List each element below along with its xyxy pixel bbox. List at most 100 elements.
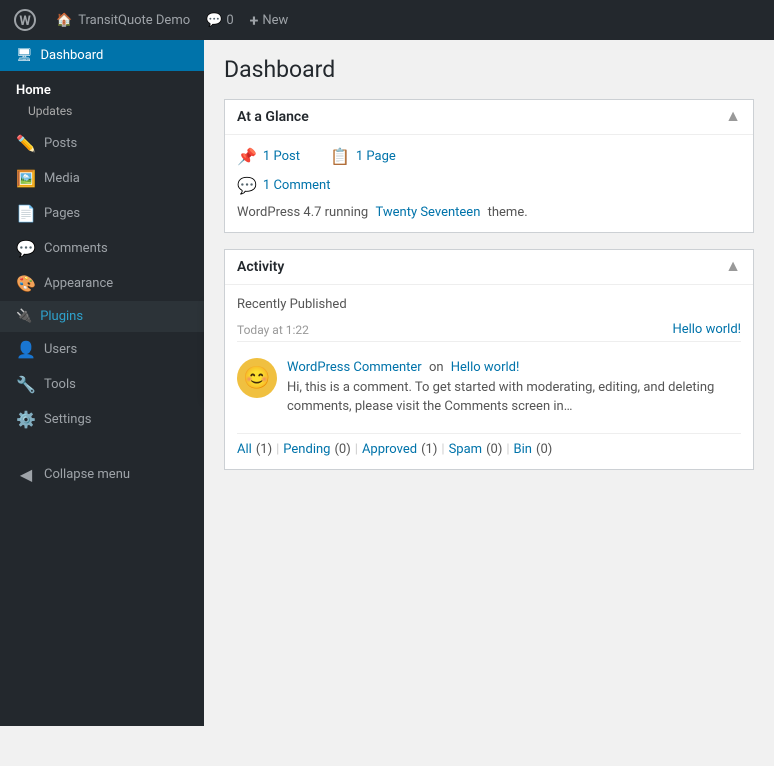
collapse-icon: ◀ — [16, 465, 36, 484]
commenter-line: WordPress Commenter on Hello world! — [287, 358, 741, 378]
sidebar-dashboard-label: Dashboard — [41, 48, 104, 63]
adminbar-new[interactable]: + New — [250, 11, 289, 30]
wp-logo[interactable]: W — [10, 5, 40, 35]
plugins-icon: 🔌 — [16, 309, 32, 324]
sidebar-item-plugins[interactable]: 🔌 Plugins — [0, 301, 204, 332]
sidebar-item-media[interactable]: 🖼️ Media — [0, 161, 204, 196]
activity-header: Activity ▲ — [225, 250, 753, 285]
sep3: | — [441, 442, 444, 457]
page-title: Dashboard — [224, 56, 754, 83]
dashboard-icon: 🖥 — [16, 48, 33, 63]
appearance-icon: 🎨 — [16, 274, 36, 293]
comment-body: Hi, this is a comment. To get started wi… — [287, 378, 741, 417]
comments-spam-link[interactable]: Spam — [449, 442, 483, 457]
approved-count: (1) — [421, 442, 437, 457]
sidebar-tools-label: Tools — [44, 377, 76, 392]
sidebar-comments-label: Comments — [44, 241, 108, 256]
sidebar-item-comments[interactable]: 💬 Comments — [0, 231, 204, 266]
sidebar-pages-label: Pages — [44, 206, 80, 221]
sidebar-item-dashboard[interactable]: 🖥 Dashboard — [0, 40, 204, 71]
wp-version-prefix: WordPress 4.7 running — [237, 205, 368, 220]
at-a-glance-toggle[interactable]: ▲ — [725, 108, 741, 126]
users-icon: 👤 — [16, 340, 36, 359]
glance-stats-row: 📌 1 Post 📋 1 Page — [237, 147, 741, 166]
sidebar-posts-label: Posts — [44, 136, 77, 151]
sidebar-item-tools[interactable]: 🔧 Tools — [0, 367, 204, 402]
at-a-glance-body: 📌 1 Post 📋 1 Page 💬 1 Comment WordPress … — [225, 135, 753, 232]
comments-all-link[interactable]: All — [237, 442, 252, 457]
wp-version-text: WordPress 4.7 running Twenty Seventeen t… — [237, 205, 741, 220]
sidebar-media-label: Media — [44, 171, 80, 186]
sidebar-users-label: Users — [44, 342, 77, 357]
bin-count: (0) — [536, 442, 552, 457]
activity-widget: Activity ▲ Recently Published Today at 1… — [224, 249, 754, 470]
sidebar-updates-label[interactable]: Updates — [0, 102, 204, 126]
comments-bin-link[interactable]: Bin — [514, 442, 532, 457]
wp-wrap: 🖥 Dashboard Home Updates ✏️ Posts 🖼️ Med… — [0, 40, 774, 726]
sidebar-plugins-label: Plugins — [40, 309, 83, 324]
comments-icon: 💬 — [16, 239, 36, 258]
adminbar-comments[interactable]: 💬 0 — [206, 13, 234, 28]
sidebar-item-appearance[interactable]: 🎨 Appearance — [0, 266, 204, 301]
sidebar-item-posts[interactable]: ✏️ Posts — [0, 126, 204, 161]
house-icon: 🏠 — [56, 13, 72, 28]
activity-post-date: Today at 1:22 — [237, 323, 309, 337]
at-a-glance-widget: At a Glance ▲ 📌 1 Post 📋 1 Page 💬 1 — [224, 99, 754, 233]
theme-suffix: theme. — [488, 205, 528, 220]
sidebar-item-settings[interactable]: ⚙️ Settings — [0, 402, 204, 437]
recently-published-label: Recently Published — [237, 297, 741, 312]
all-count: (1) — [256, 442, 272, 457]
svg-text:W: W — [19, 14, 31, 29]
sidebar-home-label[interactable]: Home — [0, 71, 204, 102]
glance-comment-count[interactable]: 1 Comment — [263, 178, 331, 193]
sidebar-settings-label: Settings — [44, 412, 91, 427]
activity-post-link[interactable]: Hello world! — [672, 322, 741, 337]
sidebar-item-pages[interactable]: 📄 Pages — [0, 196, 204, 231]
adminbar-site-name[interactable]: 🏠 TransitQuote Demo — [56, 13, 190, 28]
new-label: New — [262, 13, 288, 28]
theme-name-link[interactable]: Twenty Seventeen — [375, 205, 480, 220]
at-a-glance-title: At a Glance — [237, 109, 309, 125]
sidebar-appearance-label: Appearance — [44, 276, 113, 291]
site-name-text: TransitQuote Demo — [78, 13, 190, 28]
glance-posts[interactable]: 📌 1 Post — [237, 147, 300, 166]
spam-count: (0) — [486, 442, 502, 457]
comment-bubble-icon: 💬 — [206, 13, 222, 28]
comments-count: 0 — [226, 13, 233, 28]
glance-comments-row: 💬 1 Comment — [237, 176, 741, 195]
activity-toggle[interactable]: ▲ — [725, 258, 741, 276]
avatar-emoji: 😊 — [243, 366, 270, 391]
sidebar-item-users[interactable]: 👤 Users — [0, 332, 204, 367]
comment-icon-small: 💬 — [237, 176, 257, 195]
sep1: | — [276, 442, 279, 457]
post-icon: 📌 — [237, 147, 257, 166]
comment-section: 😊 WordPress Commenter on Hello world! Hi… — [237, 342, 741, 433]
activity-post-row: Today at 1:22 Hello world! — [237, 318, 741, 342]
page-icon: 📋 — [330, 147, 350, 166]
sidebar-collapse[interactable]: ◀ Collapse menu — [0, 457, 204, 492]
media-icon: 🖼️ — [16, 169, 36, 188]
comment-meta: WordPress Commenter on Hello world! Hi, … — [287, 358, 741, 417]
comment-post-link[interactable]: Hello world! — [451, 360, 520, 375]
commenter-name-link[interactable]: WordPress Commenter — [287, 360, 422, 375]
plus-icon: + — [250, 11, 259, 30]
glance-post-count[interactable]: 1 Post — [263, 149, 300, 164]
at-a-glance-header: At a Glance ▲ — [225, 100, 753, 135]
on-text: on — [429, 360, 444, 375]
comments-approved-link[interactable]: Approved — [362, 442, 417, 457]
admin-menu: 🖥 Dashboard Home Updates ✏️ Posts 🖼️ Med… — [0, 40, 204, 726]
main-content: Dashboard At a Glance ▲ 📌 1 Post 📋 1 Pag… — [204, 40, 774, 726]
sep4: | — [506, 442, 509, 457]
comments-pending-link[interactable]: Pending — [283, 442, 330, 457]
pending-count: (0) — [334, 442, 350, 457]
admin-bar: W 🏠 TransitQuote Demo 💬 0 + New — [0, 0, 774, 40]
sidebar-collapse-label: Collapse menu — [44, 467, 130, 482]
glance-page-count[interactable]: 1 Page — [356, 149, 396, 164]
plugins-menu-wrap: 🔌 Plugins Installed Plugins Add New Edit… — [0, 301, 204, 332]
glance-pages[interactable]: 📋 1 Page — [330, 147, 396, 166]
avatar: 😊 — [237, 358, 277, 398]
posts-icon: ✏️ — [16, 134, 36, 153]
comment-filter-links: All (1) | Pending (0) | Approved (1) | S… — [237, 433, 741, 457]
activity-body: Recently Published Today at 1:22 Hello w… — [225, 285, 753, 469]
settings-icon: ⚙️ — [16, 410, 36, 429]
